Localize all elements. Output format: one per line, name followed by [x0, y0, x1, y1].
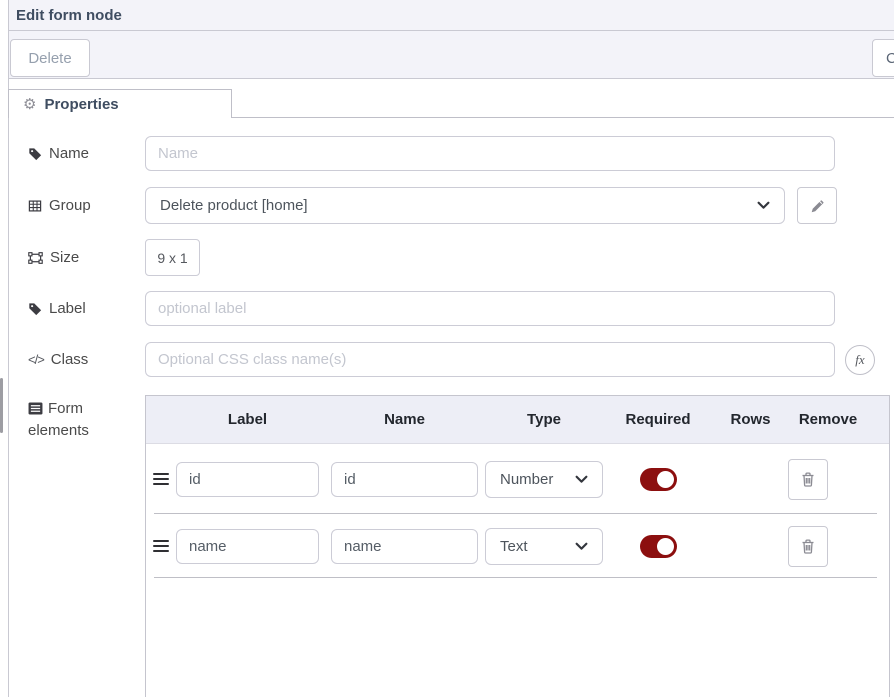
group-label: Group [28, 197, 140, 214]
col-header-name: Name [331, 411, 478, 428]
edit-form-node-dialog: Edit form node Delete Cancel ⚙ Propertie… [0, 0, 894, 697]
element-name-input[interactable] [331, 462, 478, 497]
col-header-remove: Remove [788, 411, 868, 428]
toggle-knob [657, 471, 674, 488]
tab-row-divider [232, 117, 894, 118]
tag-icon [28, 302, 42, 316]
class-label: </> Class [28, 351, 140, 368]
tag-icon [28, 147, 42, 161]
label-label: Label [28, 300, 140, 317]
size-button[interactable]: 9 x 1 [145, 239, 200, 276]
expression-button[interactable]: fx [845, 345, 875, 375]
chevron-down-icon [575, 542, 588, 551]
remove-element-button[interactable] [788, 526, 828, 567]
element-name-input[interactable] [331, 529, 478, 564]
name-row: Name [0, 136, 894, 171]
required-toggle[interactable] [640, 468, 677, 491]
remove-element-button[interactable] [788, 459, 828, 500]
drag-handle-icon[interactable] [153, 470, 169, 488]
group-row: Group Delete product [home] [0, 187, 894, 224]
cancel-button[interactable]: Cancel [872, 39, 894, 77]
left-scrollbar-thumb[interactable] [0, 378, 3, 433]
chevron-down-icon [757, 201, 770, 210]
code-icon: </> [28, 352, 44, 367]
class-row: </> Class fx [0, 342, 894, 377]
dialog-header: Edit form node [9, 0, 894, 31]
size-row: Size 9 x 1 [0, 239, 894, 276]
object-group-icon [28, 251, 43, 265]
label-input[interactable] [145, 291, 835, 326]
form-elements-label: Form elements [28, 398, 112, 442]
col-header-type: Type [485, 411, 603, 428]
table-icon [28, 199, 42, 213]
table-row: Text [146, 514, 889, 578]
drag-handle-icon[interactable] [153, 537, 169, 555]
toggle-knob [657, 538, 674, 555]
label-row: Label [0, 291, 894, 326]
required-toggle[interactable] [640, 535, 677, 558]
col-header-required: Required [603, 411, 713, 428]
tab-properties[interactable]: ⚙ Properties [8, 89, 232, 118]
row-divider [154, 577, 877, 578]
trash-icon [800, 471, 816, 488]
dialog-toolbar: Delete Cancel [9, 31, 894, 79]
pencil-icon [810, 198, 825, 213]
size-label: Size [28, 249, 140, 266]
chevron-down-icon [575, 475, 588, 484]
name-label: Name [28, 145, 140, 162]
edit-group-button[interactable] [797, 187, 837, 224]
element-type-select[interactable]: Number [485, 461, 603, 498]
list-icon [28, 402, 43, 415]
name-input[interactable] [145, 136, 835, 171]
class-input[interactable] [145, 342, 835, 377]
group-select-value: Delete product [home] [160, 197, 308, 214]
group-select[interactable]: Delete product [home] [145, 187, 785, 224]
element-label-input[interactable] [176, 462, 319, 497]
element-type-select[interactable]: Text [485, 528, 603, 565]
table-row: Number [146, 444, 889, 514]
trash-icon [800, 538, 816, 555]
dialog-title: Edit form node [16, 7, 122, 24]
form-elements-table: Label Name Type Required Rows Remove Num… [145, 395, 890, 697]
gear-icon: ⚙ [23, 97, 36, 112]
tab-properties-label: Properties [44, 96, 118, 113]
col-header-rows: Rows [713, 411, 788, 428]
col-header-label: Label [176, 411, 319, 428]
element-type-value: Number [500, 471, 553, 488]
element-type-value: Text [500, 538, 528, 555]
delete-button[interactable]: Delete [10, 39, 90, 77]
table-header-row: Label Name Type Required Rows Remove [146, 396, 889, 444]
element-label-input[interactable] [176, 529, 319, 564]
